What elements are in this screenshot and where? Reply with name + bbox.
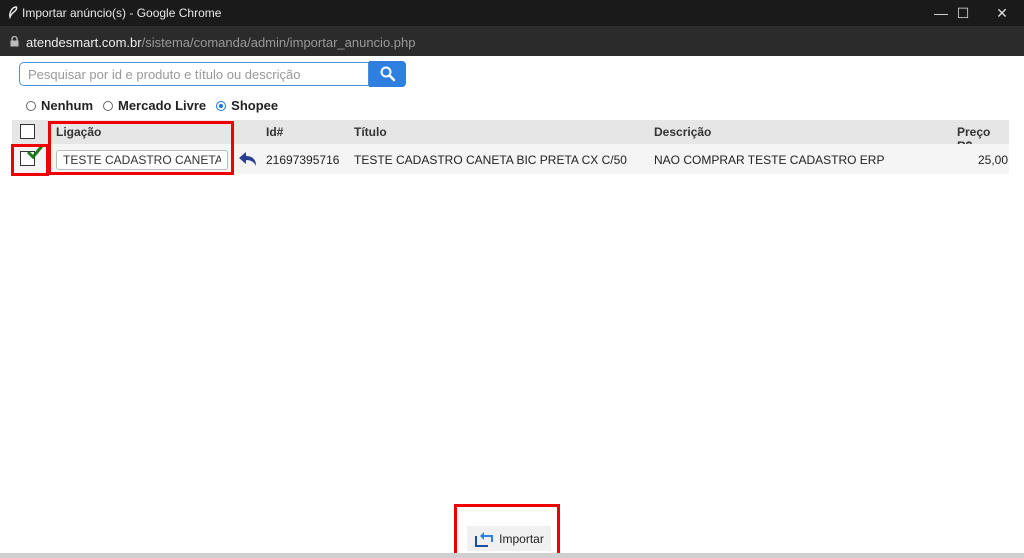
cell-titulo: TESTE CADASTRO CANETA BIC PRETA CX C/50 xyxy=(354,153,627,167)
url-domain: atendesmart.com.br xyxy=(26,35,142,50)
highlight-row-checkbox xyxy=(11,144,49,176)
page-url[interactable]: atendesmart.com.br/sistema/comanda/admin… xyxy=(26,35,415,50)
search-icon xyxy=(380,66,395,82)
radio-mercado-livre[interactable]: Mercado Livre xyxy=(103,98,206,113)
undo-arrow-icon[interactable] xyxy=(237,150,259,168)
close-button[interactable]: ✕ xyxy=(985,0,1019,26)
close-icon: ✕ xyxy=(996,4,1008,21)
header-id: Id# xyxy=(266,125,284,139)
address-bar[interactable]: atendesmart.com.br/sistema/comanda/admin… xyxy=(0,26,1024,56)
import-label: Importar xyxy=(499,531,544,546)
maximize-button[interactable]: ☐ xyxy=(946,0,980,26)
window-title: Importar anúncio(s) - Google Chrome xyxy=(22,6,222,20)
header-descricao: Descrição xyxy=(654,125,712,139)
import-icon xyxy=(475,531,494,547)
radio-mercado-livre-circle[interactable] xyxy=(103,100,113,111)
cell-descricao: NAO COMPRAR TESTE CADASTRO ERP xyxy=(654,153,885,167)
app-logo-icon xyxy=(9,6,18,19)
radio-nenhum-circle[interactable] xyxy=(26,100,36,111)
lock-icon xyxy=(10,36,19,47)
radio-nenhum-label: Nenhum xyxy=(41,98,93,113)
dialog-content: Nenhum Mercado Livre Shopee Ligação Id# … xyxy=(0,56,1024,558)
cell-id: 21697395716 xyxy=(266,153,340,167)
radio-mercado-livre-label: Mercado Livre xyxy=(118,98,207,113)
header-titulo: Título xyxy=(354,125,387,139)
radio-shopee-circle[interactable] xyxy=(216,100,227,111)
radio-nenhum[interactable]: Nenhum xyxy=(26,98,93,113)
radio-shopee[interactable]: Shopee xyxy=(216,98,278,113)
cell-preco: 25,00 xyxy=(978,153,1009,167)
marketplace-radio-group: Nenhum Mercado Livre Shopee xyxy=(26,98,288,113)
window-titlebar: Importar anúncio(s) - Google Chrome — ☐ … xyxy=(0,0,1024,26)
search-input[interactable] xyxy=(19,62,369,86)
maximize-icon: ☐ xyxy=(956,4,970,21)
url-path: /sistema/comanda/admin/importar_anuncio.… xyxy=(141,35,416,50)
status-strip xyxy=(0,553,1024,558)
highlight-ligacao xyxy=(48,121,234,175)
radio-shopee-label: Shopee xyxy=(231,98,279,113)
search-button[interactable] xyxy=(369,61,406,87)
import-button[interactable]: Importar xyxy=(467,526,551,551)
select-all-checkbox[interactable] xyxy=(20,124,35,139)
